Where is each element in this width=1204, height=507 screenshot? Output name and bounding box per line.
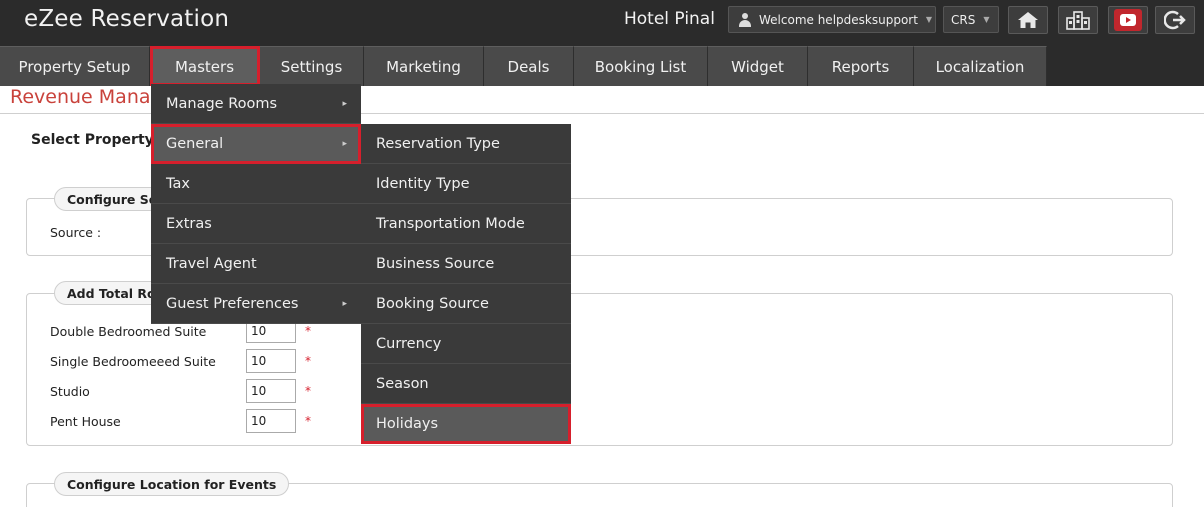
menu-item-label: Manage Rooms <box>166 95 278 112</box>
nav-masters[interactable]: Masters <box>150 46 260 86</box>
menu-item-currency[interactable]: Currency <box>361 324 571 364</box>
menu-item-label: Guest Preferences <box>166 295 299 312</box>
user-menu-dropdown[interactable]: Welcome helpdesksupport ▼ <box>728 6 936 33</box>
nav-deals[interactable]: Deals <box>484 46 574 86</box>
app-title: eZee Reservation <box>24 6 230 32</box>
menu-item-label: Tax <box>166 175 190 192</box>
menu-item-extras[interactable]: Extras <box>151 204 361 244</box>
menu-item-label: General <box>166 135 224 152</box>
properties-button[interactable] <box>1058 6 1098 34</box>
menu-item-holidays[interactable]: Holidays <box>361 404 571 444</box>
configure-location-legend: Configure Location for Events <box>54 472 290 496</box>
menu-item-label: Extras <box>166 215 212 232</box>
room-type-label: Single Bedroomeeed Suite <box>50 354 216 369</box>
nav-widget[interactable]: Widget <box>708 46 808 86</box>
menu-item-tax[interactable]: Tax <box>151 164 361 204</box>
required-mark: * <box>305 414 311 428</box>
home-button[interactable] <box>1008 6 1048 34</box>
nav-reports[interactable]: Reports <box>808 46 914 86</box>
menu-item-travel-agent[interactable]: Travel Agent <box>151 244 361 284</box>
logout-icon <box>1164 10 1186 30</box>
menu-item-booking-source[interactable]: Booking Source <box>361 284 571 324</box>
welcome-label: Welcome helpdesksupport <box>759 12 918 27</box>
youtube-button[interactable] <box>1108 6 1148 34</box>
required-mark: * <box>305 354 311 368</box>
room-count-input[interactable] <box>246 409 296 433</box>
menu-item-manage-rooms[interactable]: Manage Rooms ▸ <box>151 84 361 124</box>
menu-item-guest-preferences[interactable]: Guest Preferences ▸ <box>151 284 361 324</box>
chevron-down-icon: ▼ <box>925 15 933 24</box>
logout-button[interactable] <box>1155 6 1195 34</box>
crs-label: CRS <box>951 12 976 27</box>
menu-item-identity-type[interactable]: Identity Type <box>361 164 571 204</box>
top-header: eZee Reservation Hotel Pinal Welcome hel… <box>0 0 1204 42</box>
nav-marketing[interactable]: Marketing <box>364 46 484 86</box>
nav-property-setup[interactable]: Property Setup <box>0 46 150 86</box>
home-icon <box>1018 12 1038 28</box>
masters-dropdown-menu: Manage Rooms ▸ General ▸ Tax Extras Trav… <box>151 84 361 324</box>
hotel-name: Hotel Pinal <box>624 9 715 29</box>
room-type-label: Pent House <box>50 414 121 429</box>
required-mark: * <box>305 384 311 398</box>
room-count-input[interactable] <box>246 379 296 403</box>
crs-dropdown[interactable]: CRS ▼ <box>943 6 999 33</box>
select-property-label: Select Property <box>31 132 154 148</box>
nav-booking-list[interactable]: Booking List <box>574 46 708 86</box>
menu-item-transportation-mode[interactable]: Transportation Mode <box>361 204 571 244</box>
menu-item-reservation-type[interactable]: Reservation Type <box>361 124 571 164</box>
youtube-icon <box>1114 9 1142 31</box>
required-mark: * <box>305 324 311 338</box>
menu-item-season[interactable]: Season <box>361 364 571 404</box>
menu-item-general[interactable]: General ▸ <box>151 124 361 164</box>
room-type-label: Double Bedroomed Suite <box>50 324 207 339</box>
page-title: Revenue Manag <box>10 86 163 108</box>
menu-item-business-source[interactable]: Business Source <box>361 244 571 284</box>
chevron-right-icon: ▸ <box>342 298 347 309</box>
building-icon <box>1066 11 1090 30</box>
general-submenu: Reservation Type Identity Type Transport… <box>361 124 571 444</box>
source-label: Source : <box>50 225 102 240</box>
user-icon <box>739 12 751 27</box>
chevron-right-icon: ▸ <box>342 138 347 149</box>
menu-item-label: Travel Agent <box>166 255 257 272</box>
room-type-label: Studio <box>50 384 90 399</box>
nav-settings[interactable]: Settings <box>260 46 364 86</box>
room-count-input[interactable] <box>246 349 296 373</box>
chevron-down-icon: ▼ <box>983 15 990 24</box>
main-nav: Property Setup Masters Settings Marketin… <box>0 42 1204 86</box>
chevron-right-icon: ▸ <box>342 98 347 109</box>
nav-localization[interactable]: Localization <box>914 46 1047 86</box>
